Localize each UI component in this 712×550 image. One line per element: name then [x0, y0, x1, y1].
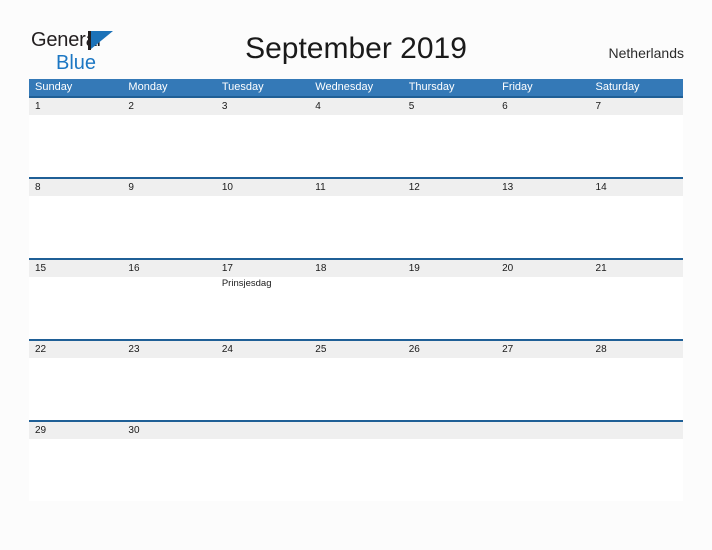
day-number[interactable]: 5	[403, 98, 496, 115]
week-date-band: 8 9 10 11 12 13 14	[29, 179, 683, 196]
day-number[interactable]: 21	[590, 260, 683, 277]
week-row: 15 16 17 18 19 20 21 Prinsjesdag	[29, 258, 683, 339]
week-event-body	[29, 439, 683, 501]
day-number-empty	[309, 422, 402, 439]
day-number[interactable]: 14	[590, 179, 683, 196]
day-number[interactable]: 27	[496, 341, 589, 358]
day-cell-empty	[216, 439, 309, 501]
day-cell-empty	[403, 439, 496, 501]
day-cell[interactable]	[309, 277, 402, 339]
day-cell[interactable]	[216, 115, 309, 177]
day-cell[interactable]	[122, 115, 215, 177]
week-date-band: 29 30	[29, 422, 683, 439]
week-date-band: 22 23 24 25 26 27 28	[29, 341, 683, 358]
day-cell[interactable]	[403, 196, 496, 258]
day-number-empty	[590, 422, 683, 439]
day-cell[interactable]	[496, 196, 589, 258]
day-cell-empty	[496, 439, 589, 501]
day-number[interactable]: 4	[309, 98, 402, 115]
day-number[interactable]: 20	[496, 260, 589, 277]
week-date-band: 15 16 17 18 19 20 21	[29, 260, 683, 277]
week-row: 8 9 10 11 12 13 14	[29, 177, 683, 258]
day-cell[interactable]	[29, 115, 122, 177]
day-cell[interactable]	[309, 196, 402, 258]
day-number[interactable]: 7	[590, 98, 683, 115]
day-number[interactable]: 11	[309, 179, 402, 196]
day-number[interactable]: 25	[309, 341, 402, 358]
page-title: September 2019	[245, 32, 467, 65]
day-cell[interactable]	[590, 277, 683, 339]
week-date-band: 1 2 3 4 5 6 7	[29, 98, 683, 115]
day-number[interactable]: 9	[122, 179, 215, 196]
dow-wednesday: Wednesday	[315, 81, 374, 93]
day-cell[interactable]	[403, 358, 496, 420]
day-number[interactable]: 23	[122, 341, 215, 358]
dow-saturday: Saturday	[595, 81, 640, 93]
day-number[interactable]: 18	[309, 260, 402, 277]
day-cell[interactable]	[496, 358, 589, 420]
day-number[interactable]: 1	[29, 98, 122, 115]
day-cell[interactable]	[590, 115, 683, 177]
day-cell[interactable]	[216, 196, 309, 258]
day-cell[interactable]	[496, 277, 589, 339]
dow-tuesday: Tuesday	[221, 81, 264, 93]
day-number[interactable]: 16	[122, 260, 215, 277]
day-cell[interactable]	[29, 277, 122, 339]
day-cell[interactable]	[122, 358, 215, 420]
dow-monday: Monday	[128, 81, 168, 93]
week-row: 22 23 24 25 26 27 28	[29, 339, 683, 420]
day-number[interactable]: 19	[403, 260, 496, 277]
day-cell[interactable]	[590, 196, 683, 258]
day-number-empty	[216, 422, 309, 439]
day-number-empty	[403, 422, 496, 439]
calendar-page: General Blue September 2019 Netherlands …	[0, 0, 712, 550]
week-event-body	[29, 115, 683, 177]
dow-friday: Friday	[502, 81, 533, 93]
day-number[interactable]: 30	[122, 422, 215, 439]
day-number[interactable]: 22	[29, 341, 122, 358]
day-number[interactable]: 8	[29, 179, 122, 196]
day-number[interactable]: 24	[216, 341, 309, 358]
week-row: 29 30	[29, 420, 683, 501]
day-number[interactable]: 29	[29, 422, 122, 439]
region-label: Netherlands	[608, 45, 685, 61]
page-header: General Blue September 2019 Netherlands	[0, 0, 712, 76]
calendar-grid: Sunday Monday Tuesday Wednesday Thursday…	[29, 79, 683, 501]
day-number-empty	[496, 422, 589, 439]
week-row: 1 2 3 4 5 6 7	[29, 96, 683, 177]
day-cell[interactable]	[29, 358, 122, 420]
day-cell[interactable]	[122, 196, 215, 258]
day-cell[interactable]	[29, 439, 122, 501]
day-number[interactable]: 10	[216, 179, 309, 196]
day-number[interactable]: 13	[496, 179, 589, 196]
day-number[interactable]: 17	[216, 260, 309, 277]
day-number[interactable]: 15	[29, 260, 122, 277]
day-cell-empty	[309, 439, 402, 501]
day-cell[interactable]	[309, 115, 402, 177]
dow-thursday: Thursday	[408, 81, 455, 93]
day-of-week-header: Sunday Monday Tuesday Wednesday Thursday…	[29, 79, 683, 96]
day-cell[interactable]	[216, 358, 309, 420]
day-number[interactable]: 28	[590, 341, 683, 358]
day-cell[interactable]: Prinsjesdag	[216, 277, 309, 339]
day-cell[interactable]	[122, 277, 215, 339]
day-cell-empty	[590, 439, 683, 501]
day-event-prinsjesdag: Prinsjesdag	[221, 278, 272, 289]
day-cell[interactable]	[590, 358, 683, 420]
week-event-body	[29, 196, 683, 258]
day-number[interactable]: 6	[496, 98, 589, 115]
day-cell[interactable]	[403, 115, 496, 177]
dow-sunday: Sunday	[35, 81, 73, 93]
week-event-body: Prinsjesdag	[29, 277, 683, 339]
day-cell[interactable]	[122, 439, 215, 501]
day-cell[interactable]	[309, 358, 402, 420]
week-event-body	[29, 358, 683, 420]
day-cell[interactable]	[496, 115, 589, 177]
day-number[interactable]: 26	[403, 341, 496, 358]
day-number[interactable]: 3	[216, 98, 309, 115]
day-cell[interactable]	[29, 196, 122, 258]
day-number[interactable]: 12	[403, 179, 496, 196]
day-number[interactable]: 2	[122, 98, 215, 115]
day-cell[interactable]	[403, 277, 496, 339]
